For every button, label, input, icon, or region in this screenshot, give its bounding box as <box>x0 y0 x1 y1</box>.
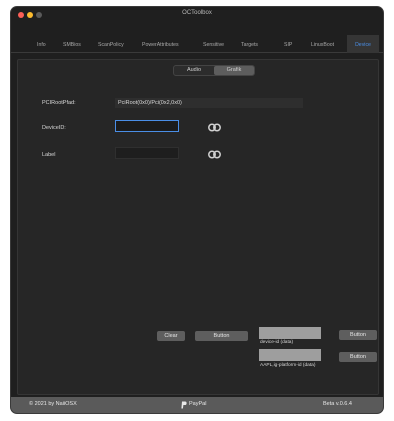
window-title: OCToolbox <box>182 10 212 16</box>
version-text: Beta v.0.6.4 <box>323 401 352 407</box>
tab-info[interactable]: Info <box>37 42 46 48</box>
tab-targets[interactable]: Targets <box>241 42 258 48</box>
label-input[interactable] <box>115 147 179 159</box>
aapl-ig-platform-button[interactable]: Button <box>339 352 377 362</box>
device-id-button[interactable]: Button <box>339 330 377 340</box>
device-type-segmented-control: Audio Grafik <box>173 65 255 76</box>
tab-powerattributes[interactable]: PowerAttributes <box>142 42 179 48</box>
app-window: OCToolbox Info SMBios ScanPolicy PowerAt… <box>10 6 384 414</box>
copyright-text: © 2021 by NaiiOSX <box>29 401 77 407</box>
title-bar: OCToolbox <box>11 7 383 23</box>
pciroot-value: PciRoot(0x0)/Pci(0x2,0x0) <box>115 98 303 108</box>
aapl-ig-platform-caption: AAPL,ig-platform-id (data) <box>260 363 316 368</box>
tab-sensitive[interactable]: Sensitive <box>203 42 224 48</box>
button-apply[interactable]: Button <box>195 331 248 341</box>
tab-linuxboot[interactable]: LinuxBoot <box>311 42 334 48</box>
clear-button[interactable]: Clear <box>157 331 185 341</box>
link-icon[interactable] <box>208 123 221 132</box>
segment-grafik[interactable]: Grafik <box>214 66 254 75</box>
tab-sip[interactable]: SIP <box>284 42 292 48</box>
tab-bar: Info SMBios ScanPolicy PowerAttributes S… <box>11 35 383 53</box>
pciroot-label: PCIRootPfad: <box>42 100 76 106</box>
label-label: Label <box>42 152 56 158</box>
paypal-icon[interactable] <box>181 401 187 409</box>
deviceid-input[interactable] <box>115 120 179 132</box>
device-id-swatch <box>259 327 321 339</box>
device-panel <box>17 59 379 395</box>
aapl-ig-platform-swatch <box>259 349 321 361</box>
deviceid-label: DeviceID: <box>42 125 66 131</box>
paypal-link[interactable]: PayPal <box>189 401 206 407</box>
tab-smbios[interactable]: SMBios <box>63 42 81 48</box>
link-icon[interactable] <box>208 150 221 159</box>
tab-scanpolicy[interactable]: ScanPolicy <box>98 42 124 48</box>
tab-device[interactable]: Device <box>347 35 379 53</box>
segment-audio[interactable]: Audio <box>174 66 214 75</box>
status-bar: © 2021 by NaiiOSX PayPal Beta v.0.6.4 <box>11 397 383 413</box>
device-id-caption: device-id (data) <box>260 340 294 345</box>
